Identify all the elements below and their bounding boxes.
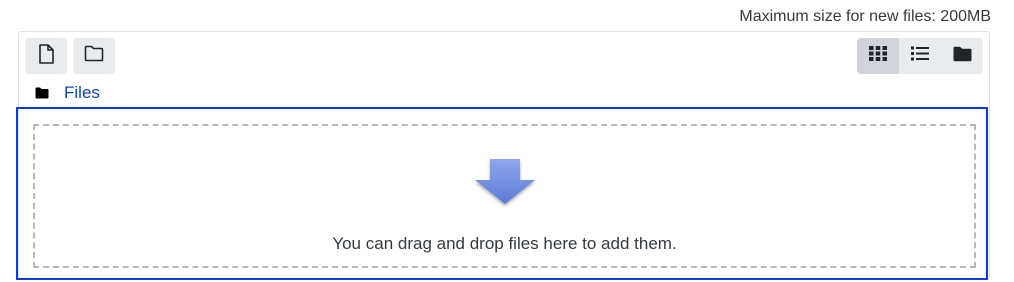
folder-icon [953,46,972,67]
view-mode-group [857,38,983,74]
folder-outline-icon [84,45,104,67]
drop-area[interactable]: You can drag and drop files here to add … [33,124,976,268]
down-arrow-icon [472,156,538,208]
drop-message: You can drag and drop files here to add … [332,234,677,253]
breadcrumb-files-link[interactable]: Files [64,83,100,103]
grid-icon [868,45,888,67]
file-drop-zone[interactable]: You can drag and drop files here to add … [16,107,988,280]
create-folder-button[interactable] [73,38,115,74]
breadcrumb: Files [35,82,100,104]
view-list-button[interactable] [899,38,941,74]
list-icon [910,45,930,67]
view-tree-button[interactable] [941,38,983,74]
file-manager-toolbar [25,38,983,74]
max-size-text: Maximum size for new files: 200MB [739,8,991,25]
file-manager: Files You can drag and drop files here t… [16,31,990,280]
view-icons-button[interactable] [857,38,899,74]
folder-icon [35,87,49,99]
file-icon [38,43,54,69]
add-file-button[interactable] [25,38,67,74]
